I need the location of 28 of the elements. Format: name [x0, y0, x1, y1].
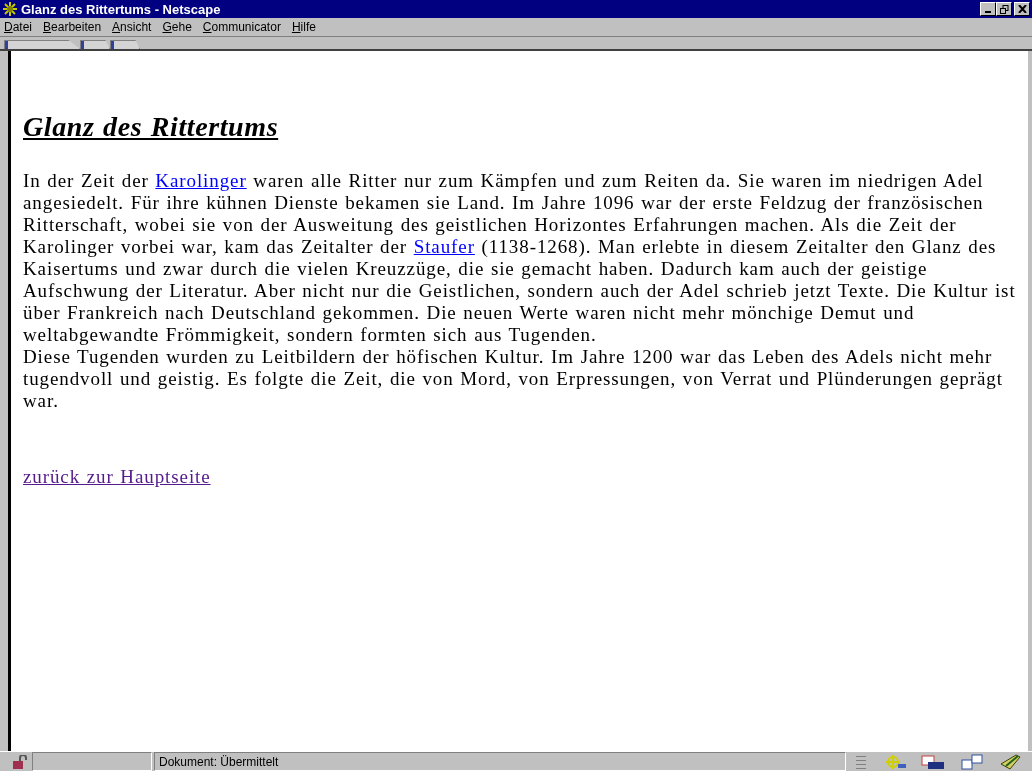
padlock-icon[interactable] — [12, 754, 28, 769]
menu-item[interactable]: Communicator — [202, 20, 281, 34]
restore-icon — [999, 4, 1009, 14]
menu-item[interactable]: Hilfe — [291, 20, 316, 34]
back-link[interactable]: zurück zur Hauptseite — [23, 466, 211, 488]
mail-icon[interactable] — [920, 753, 946, 770]
toolbar-tab[interactable] — [80, 40, 110, 49]
toolbar-tab[interactable] — [110, 40, 140, 49]
menu-item[interactable]: Bearbeiten — [43, 20, 102, 34]
pen-icon[interactable] — [998, 753, 1022, 770]
compass-icon — [2, 1, 18, 17]
grip-icon[interactable] — [856, 753, 866, 770]
minimize-button[interactable] — [980, 2, 996, 16]
paragraph: Diese Tugenden wurden zu Leitbildern der höfischen Kultur. Im Jahre 1200 war das Leben des Adels nicht mehr tugendvoll und geistig. Es folgte die Zeit, die von Mord, von Erpressungen, von Verrat und Plünderungen geprägt war. — [23, 346, 1004, 412]
restore-button[interactable] — [996, 2, 1012, 16]
text-link[interactable]: Karolinger — [155, 170, 247, 191]
status-text: Dokument: Übermittelt — [154, 752, 846, 771]
close-button[interactable] — [1014, 2, 1030, 16]
toolbar-tab[interactable] — [4, 40, 80, 49]
page-heading: Glanz des Rittertums — [23, 112, 280, 142]
paragraph: In der Zeit der Karolinger waren alle Ritter nur zum Kämpfen und zum Reiten da. Sie waren im niedrigen Adel angesiedelt. Für ihre kühnen Dienste bekamen sie Land. Im Jahre 1096 war der erste Feldzug der französischen Ritterschaft, wobei sie von der Ausweitung des geistlichen Horizontes Erfahrungen machen. Als die Zeit der Karolinger vorbei war, kam das Zeitalter der Staufer (1138-1268). Man erlebte in diesem Zeitalter den Glanz des Kaisertums und zwar durch die vielen Kreuzzüge, die sie gemacht haben. Dadurch kam auch der geistige Aufschwung der Literatur. Aber nicht nur die Geistlichen, sondern auch der Adel schrieb jetzt Texte. Die Kultur ist über Frankreich nach Deutschland gekommen. Die neuen Werte waren nicht mehr mönchige Demut und weltabgewandte Frömmigkeit, sondern formten sich aus Tugenden. — [23, 170, 1017, 346]
chat-icon[interactable] — [960, 753, 984, 770]
menu-item[interactable]: Ansicht — [112, 20, 152, 34]
menu-item[interactable]: Datei — [4, 20, 33, 34]
close-icon — [1017, 5, 1027, 13]
menu-item[interactable]: Gehe — [162, 20, 192, 34]
text-link[interactable]: Staufer — [413, 236, 475, 257]
window-title: Glanz des Rittertums - Netscape — [21, 1, 222, 17]
